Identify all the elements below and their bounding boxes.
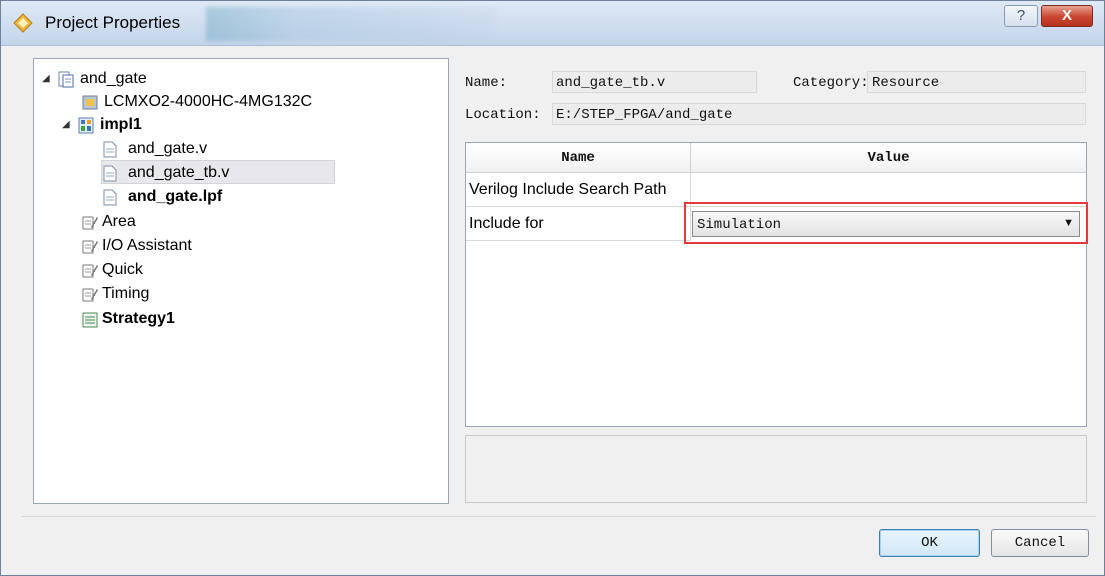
close-button[interactable]: X: [1041, 5, 1093, 27]
strategy-icon: [82, 264, 98, 278]
tree-label-strategy: Strategy1: [102, 310, 175, 327]
active-strategy-icon: [82, 312, 98, 328]
help-button[interactable]: ?: [1004, 5, 1038, 27]
strategy-icon: [82, 288, 98, 302]
tree-label-file: and_gate.lpf: [128, 188, 223, 205]
category-field: Resource: [867, 71, 1086, 93]
description-panel: [465, 435, 1087, 503]
name-value: and_gate_tb.v: [556, 75, 666, 91]
category-value: Resource: [872, 75, 940, 91]
name-label: Name:: [465, 75, 508, 91]
tree-item-file[interactable]: and_gate.lpf: [102, 187, 302, 209]
column-header-name[interactable]: Name: [466, 143, 691, 173]
strategy-icon: [82, 216, 98, 230]
project-properties-dialog: Project Properties ? X ◢ and_gate LCMXO2…: [0, 0, 1105, 576]
location-value: E:/STEP_FPGA/and_gate: [556, 107, 733, 123]
name-field: and_gate_tb.v: [552, 71, 757, 93]
dialog-title: Project Properties: [45, 13, 181, 32]
blurred-background-region: [206, 7, 496, 41]
properties-table[interactable]: Name Value Verilog Include Search Path I…: [465, 142, 1087, 427]
tree-label-root: and_gate: [80, 70, 147, 87]
category-label: Category:: [793, 75, 869, 91]
tree-item-file[interactable]: and_gate.v: [102, 139, 302, 161]
tree-item-strategy[interactable]: Quick: [82, 260, 282, 282]
tree-item-file-selected[interactable]: and_gate_tb.v: [102, 163, 302, 185]
property-name-cell[interactable]: Verilog Include Search Path: [466, 173, 691, 207]
include-for-dropdown[interactable]: Simulation ▼: [692, 211, 1080, 237]
tree-item-strategy[interactable]: I/O Assistant: [82, 236, 282, 258]
tree-label-strategy: I/O Assistant: [102, 237, 192, 254]
title-bar: Project Properties ? X: [1, 1, 1104, 46]
footer-divider: [21, 516, 1096, 517]
tree-label-strategy: Area: [102, 213, 136, 230]
file-icon: [103, 141, 117, 158]
tree-label-impl1: impl1: [100, 116, 142, 133]
tree-item-strategy[interactable]: Timing: [82, 284, 282, 306]
expand-arrow-icon[interactable]: ◢: [62, 119, 72, 130]
dropdown-selected-value: Simulation: [697, 217, 782, 233]
file-icon: [103, 189, 117, 206]
ok-button[interactable]: OK: [879, 529, 980, 557]
expand-arrow-icon[interactable]: ◢: [42, 73, 52, 84]
implementation-icon: [78, 117, 94, 134]
tree-label-strategy: Quick: [102, 261, 143, 278]
tree-item-active-strategy[interactable]: Strategy1: [82, 309, 282, 331]
cancel-button[interactable]: Cancel: [991, 529, 1089, 557]
project-icon: [58, 71, 74, 88]
column-header-value[interactable]: Value: [691, 143, 1086, 173]
tree-label-strategy: Timing: [102, 285, 150, 302]
location-label: Location:: [465, 107, 541, 123]
tree-item-strategy[interactable]: Area: [82, 212, 282, 234]
property-name-cell[interactable]: Include for: [466, 207, 691, 241]
tree-item-device[interactable]: LCMXO2-4000HC-4MG132C: [82, 92, 412, 114]
tree-label-device: LCMXO2-4000HC-4MG132C: [104, 93, 313, 110]
location-field: E:/STEP_FPGA/and_gate: [552, 103, 1086, 125]
tree-item-impl1[interactable]: ◢ impl1: [62, 115, 262, 137]
tree-label-file: and_gate.v: [128, 140, 208, 157]
chip-icon: [82, 95, 98, 110]
chevron-down-icon[interactable]: ▼: [1063, 217, 1074, 229]
project-tree[interactable]: ◢ and_gate LCMXO2-4000HC-4MG132C ◢ impl1…: [33, 58, 449, 504]
file-icon: [103, 165, 117, 182]
strategy-icon: [82, 240, 98, 254]
app-diamond-icon: [13, 13, 33, 33]
tree-item-root[interactable]: ◢ and_gate: [42, 69, 342, 91]
include-for-highlight: Simulation ▼: [684, 202, 1088, 244]
tree-label-file: and_gate_tb.v: [128, 164, 230, 181]
